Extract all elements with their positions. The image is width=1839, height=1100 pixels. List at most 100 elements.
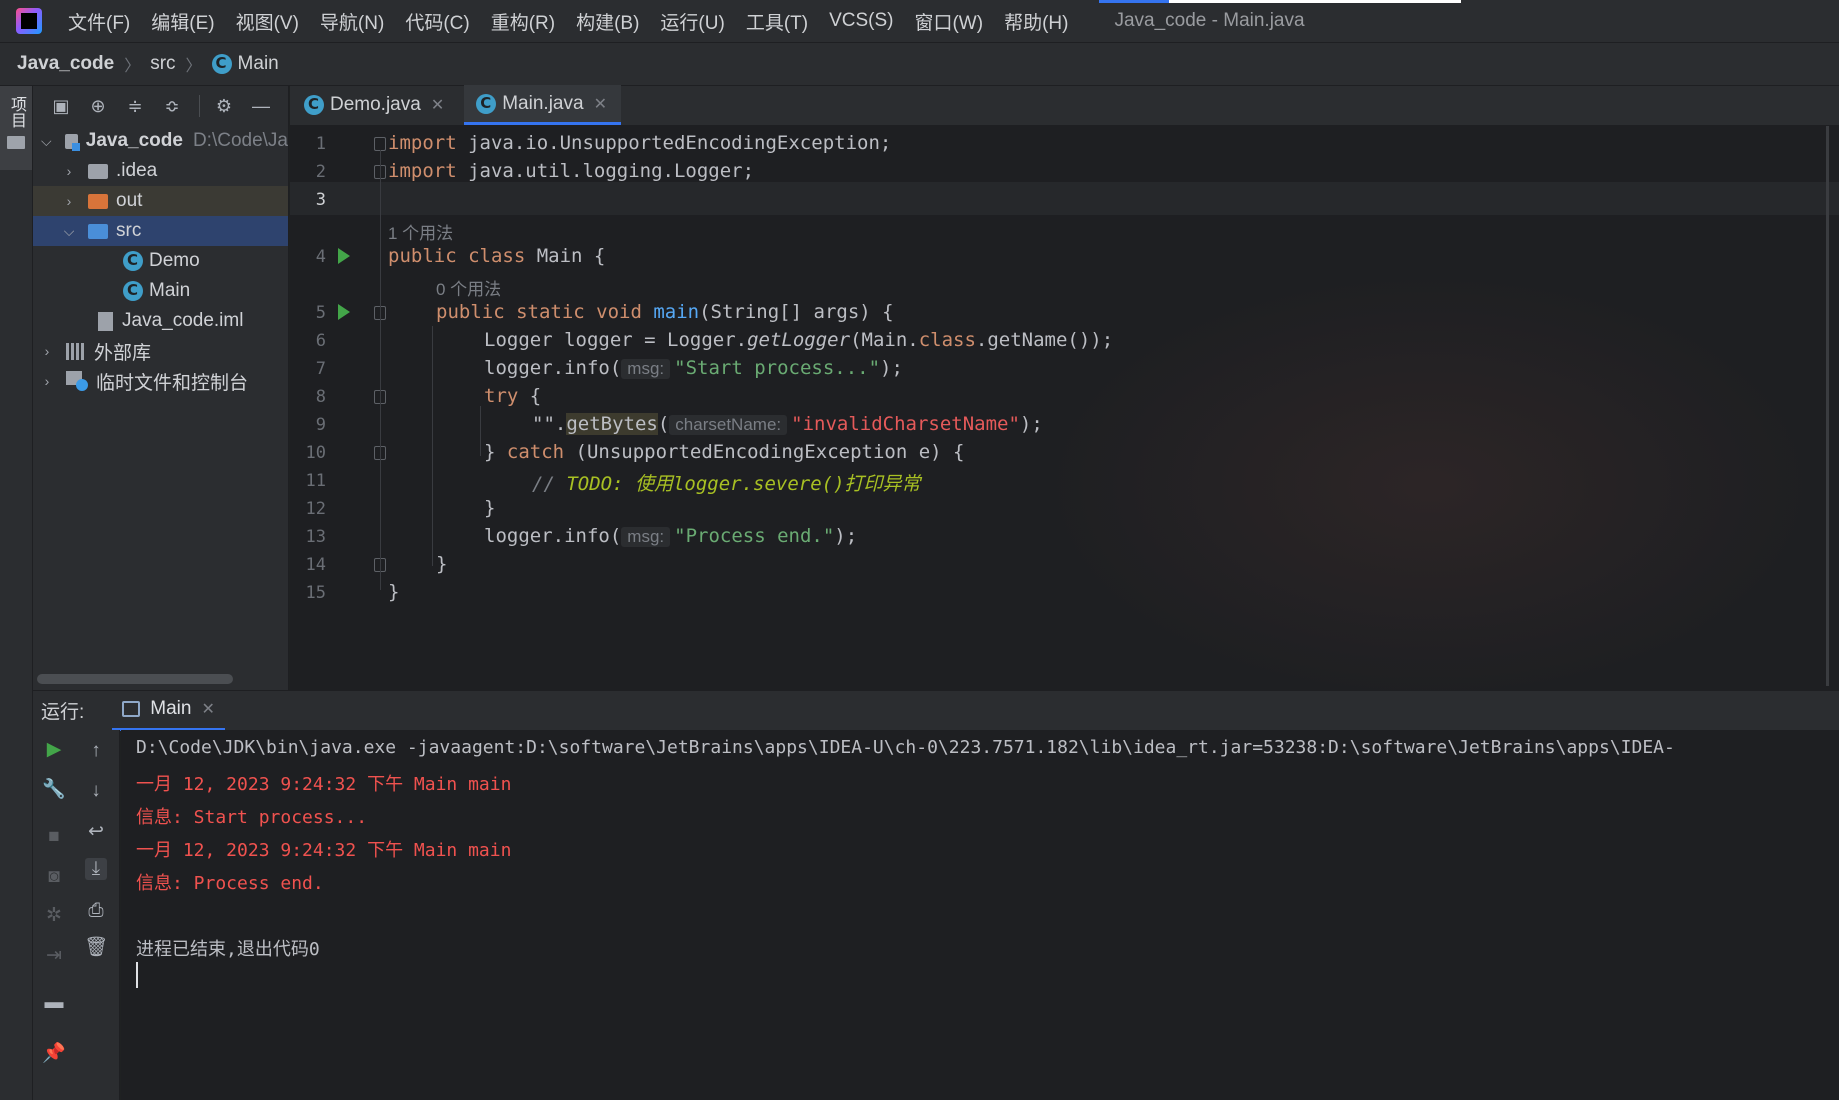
menu-help[interactable]: 帮助(H) — [1004, 8, 1068, 35]
close-icon[interactable]: ✕ — [201, 699, 214, 719]
menu-bar: 文件(F) 编辑(E) 视图(V) 导航(N) 代码(C) 重构(R) 构建(B… — [0, 0, 1839, 42]
tree-item-main[interactable]: Main — [33, 276, 288, 306]
tab-demo-java[interactable]: Demo.java ✕ — [304, 85, 458, 125]
arrow-up-icon[interactable]: ↑ — [85, 740, 107, 762]
line-number: 11 — [305, 471, 326, 491]
menu-vcs[interactable]: VCS(S) — [829, 10, 893, 32]
line-number: 2 — [315, 162, 326, 182]
tab-main-java[interactable]: Main.java ✕ — [464, 85, 621, 125]
tree-item-scratches[interactable]: › 临时文件和控制台 — [33, 366, 288, 396]
menu-code[interactable]: 代码(C) — [405, 8, 469, 35]
pin-icon[interactable]: 📌 — [42, 1042, 66, 1064]
layout-icon[interactable]: ▬ — [43, 992, 65, 1014]
expand-all-icon[interactable]: ≑ — [125, 95, 145, 117]
left-tool-strip: 项目 — [0, 86, 33, 1100]
stop-icon[interactable]: ■ — [43, 826, 65, 848]
camera-icon[interactable]: ◙ — [43, 866, 65, 888]
run-tab-label: Main — [150, 698, 192, 719]
menu-window[interactable]: 窗口(W) — [914, 8, 983, 35]
vertical-scrollbar[interactable] — [1826, 126, 1829, 686]
breadcrumb-folder[interactable]: src — [150, 53, 175, 75]
breadcrumb-file[interactable]: Main — [238, 53, 279, 75]
line-number: 4 — [315, 247, 326, 267]
tree-item-out[interactable]: › out — [33, 186, 288, 216]
run-toolbar-secondary: ↑ ↓ ↩ ⤓ ⎙ 🗑 — [75, 730, 120, 1100]
current-line-highlight — [290, 182, 1839, 215]
breadcrumb-chevron-icon: 〉 — [124, 58, 141, 75]
line-number: 12 — [305, 499, 326, 519]
gear-icon[interactable]: ⚙ — [214, 95, 234, 117]
chevron-right-icon[interactable]: › — [41, 373, 53, 389]
arrow-down-icon[interactable]: ↓ — [85, 780, 107, 802]
chevron-down-icon[interactable]: ⌵ — [63, 223, 75, 240]
line-number: 5 — [315, 303, 326, 323]
trash-icon[interactable]: 🗑 — [84, 936, 108, 958]
console-line: 一月 12, 2023 9:24:32 下午 Main main — [136, 774, 512, 795]
tree-item-project-root[interactable]: ⌵ Java_code D:\Code\Ja — [33, 126, 288, 156]
tab-label: Main.java — [502, 92, 584, 114]
module-folder-icon — [64, 133, 80, 151]
tree-item-iml[interactable]: Java_code.iml — [33, 306, 288, 336]
run-toolbar-primary: ▶ 🔧 ■ ◙ ✲ ⇥ ▬ 📌 — [33, 730, 75, 1100]
menu-tools[interactable]: 工具(T) — [746, 8, 808, 35]
tree-item-label: 临时文件和控制台 — [96, 372, 249, 394]
fold-icon[interactable] — [374, 137, 386, 151]
indent-guide — [480, 406, 481, 456]
wrench-icon[interactable]: 🔧 — [42, 778, 66, 800]
library-icon — [66, 342, 86, 360]
usage-hint[interactable]: 1 个用法 — [388, 219, 453, 244]
menu-build[interactable]: 构建(B) — [576, 8, 639, 35]
exit-icon[interactable]: ⇥ — [43, 944, 65, 966]
menu-navigate[interactable]: 导航(N) — [320, 8, 384, 35]
project-root-label: Java_code — [85, 130, 183, 151]
menu-run[interactable]: 运行(U) — [660, 8, 724, 35]
horizontal-scrollbar[interactable] — [37, 674, 233, 684]
chevron-down-icon[interactable]: ⌵ — [41, 133, 52, 150]
run-gutter-icon[interactable] — [338, 248, 350, 264]
tree-item-label: Demo — [149, 250, 200, 271]
close-icon[interactable]: ✕ — [594, 94, 607, 114]
project-tool-button[interactable]: 项目 — [0, 86, 32, 170]
java-class-icon — [123, 281, 143, 301]
console-line: 信息: Process end. — [136, 873, 324, 894]
line-number: 1 — [315, 134, 326, 154]
line-number: 6 — [315, 331, 326, 351]
tree-item-idea[interactable]: › .idea — [33, 156, 288, 186]
project-panel: ▣ ⊕ ≑ ≎ ⚙ — ⌵ Java_code D:\Code\Ja › .id… — [33, 86, 289, 690]
intellij-logo-icon[interactable] — [16, 8, 42, 34]
line-number: 7 — [315, 359, 326, 379]
source-folder-icon — [88, 223, 108, 239]
print-icon[interactable]: ⎙ — [85, 900, 107, 922]
tree-item-demo[interactable]: Demo — [33, 246, 288, 276]
iml-file-icon — [98, 311, 113, 331]
chevron-right-icon[interactable]: › — [63, 193, 75, 209]
run-gutter-icon[interactable] — [338, 304, 350, 320]
project-root-path: D:\Code\Ja — [192, 130, 288, 151]
tree-item-src[interactable]: ⌵ src — [33, 216, 288, 246]
debug-icon[interactable]: ✲ — [43, 904, 65, 926]
menu-file[interactable]: 文件(F) — [68, 8, 130, 35]
editor-tabs: Demo.java ✕ Main.java ✕ — [290, 85, 1839, 126]
soft-wrap-icon[interactable]: ↩ — [85, 820, 107, 842]
locate-file-icon[interactable]: ⊕ — [88, 95, 108, 117]
tree-item-external-libraries[interactable]: › 外部库 — [33, 336, 288, 366]
collapse-all-icon[interactable]: ≎ — [162, 95, 182, 117]
close-icon[interactable]: ✕ — [431, 95, 444, 115]
run-tab-main[interactable]: Main ✕ — [112, 691, 225, 731]
line-number: 9 — [315, 415, 326, 435]
chevron-right-icon[interactable]: › — [41, 343, 53, 359]
menu-view[interactable]: 视图(V) — [236, 8, 299, 35]
project-toolbar: ▣ ⊕ ≑ ≎ ⚙ — — [33, 86, 288, 126]
scroll-to-end-icon[interactable]: ⤓ — [85, 858, 107, 880]
menu-edit[interactable]: 编辑(E) — [151, 8, 214, 35]
rerun-icon[interactable]: ▶ — [43, 738, 65, 760]
breadcrumb-project[interactable]: Java_code — [17, 53, 114, 75]
menu-refactor[interactable]: 重构(R) — [491, 8, 555, 35]
usage-hint[interactable]: 0 个用法 — [436, 275, 501, 300]
code-area[interactable]: 1 2 3 4 5 6 7 8 9 10 11 12 13 14 15 impo… — [290, 126, 1839, 690]
console-output[interactable]: D:\Code\JDK\bin\java.exe -javaagent:D:\s… — [121, 730, 1839, 1100]
chevron-right-icon[interactable]: › — [63, 163, 75, 179]
param-hint: charsetName: — [669, 415, 788, 435]
panel-view-icon[interactable]: ▣ — [51, 95, 71, 117]
minimize-icon[interactable]: — — [251, 95, 271, 117]
